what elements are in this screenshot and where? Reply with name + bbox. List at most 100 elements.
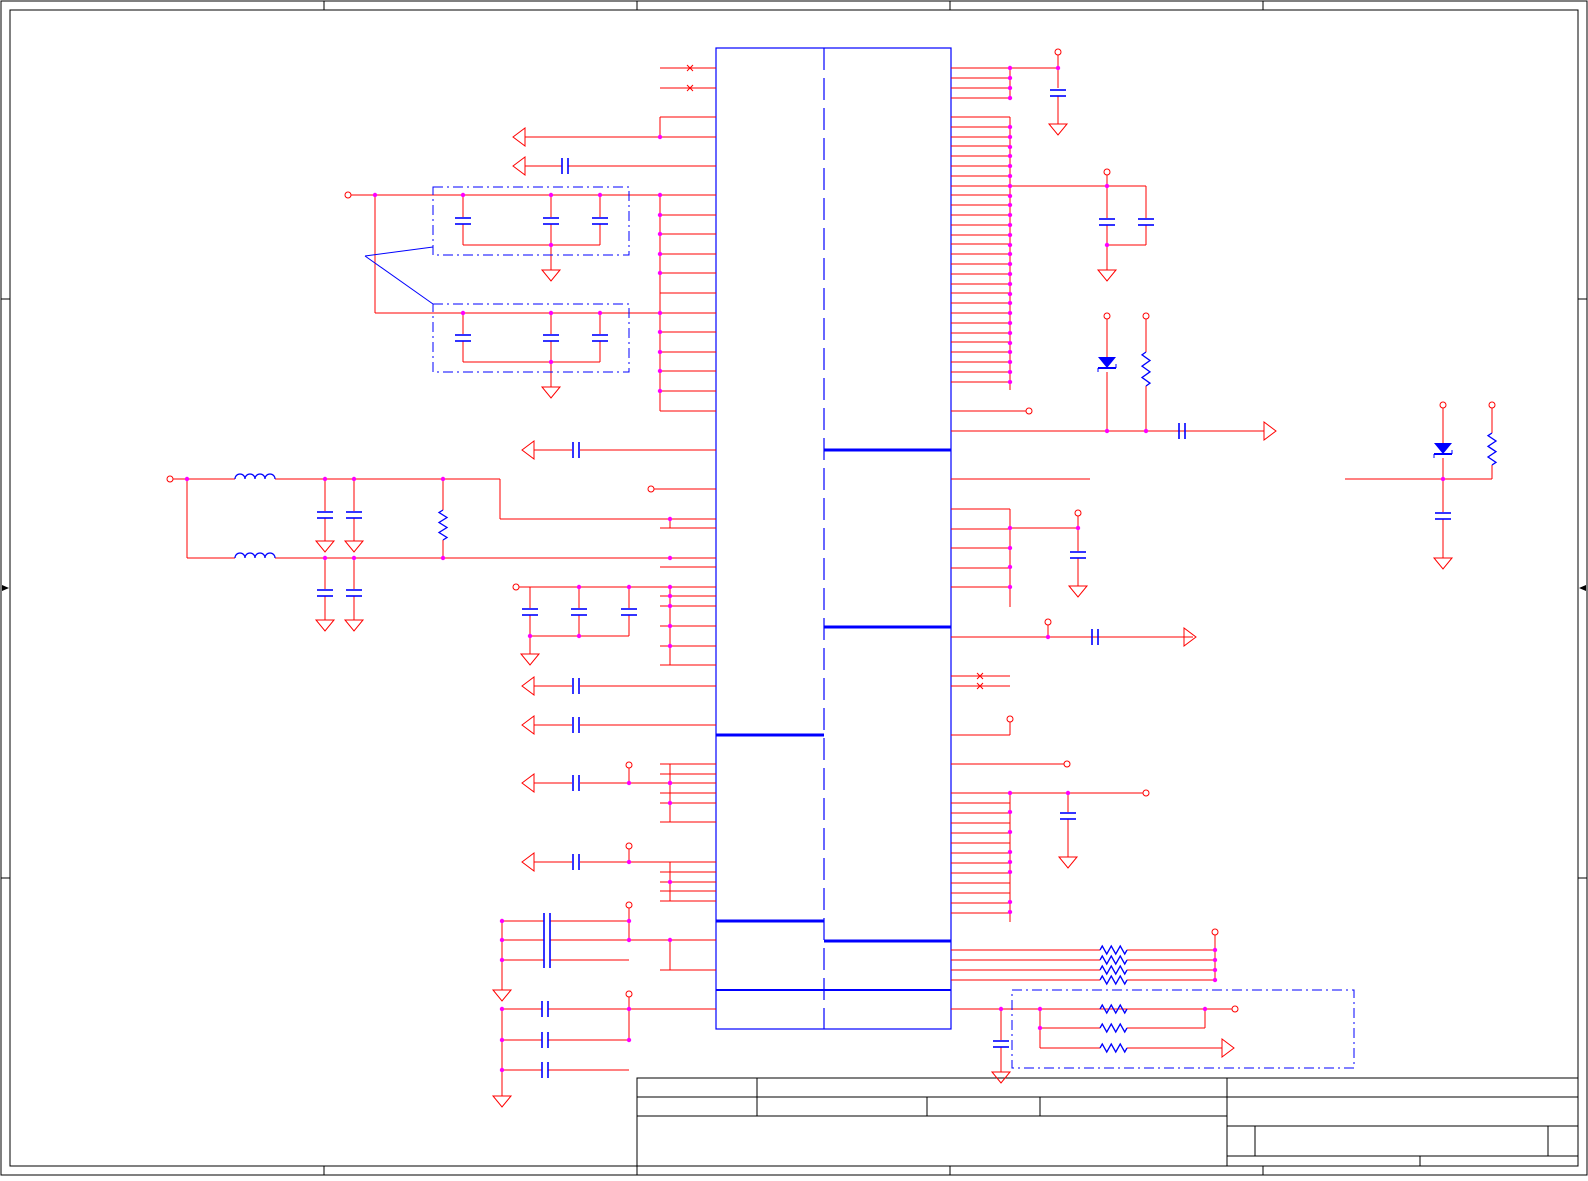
junction-dot [548,359,554,365]
junction-dot [1007,320,1013,326]
power-port [625,842,633,850]
power-port [1103,312,1111,320]
junction-dot [1007,859,1013,865]
junction-dot [626,937,632,943]
junction-dot [597,310,603,316]
power-port [1142,789,1150,797]
junction-dot [1007,242,1013,248]
resistor [1099,974,1128,986]
center-arrow-left-icon [2,585,9,591]
power-port [1054,48,1062,56]
power-port [625,990,633,998]
junction-dot [667,780,673,786]
junction-dot [499,1006,505,1012]
off-sheet-port-icon [512,156,526,176]
junction-dot [499,1067,505,1073]
resistor [1140,351,1152,387]
junction-dot [657,251,663,257]
junction-dot [1440,476,1446,482]
junction-dot [1007,790,1013,796]
off-sheet-port-icon [521,852,535,872]
junction-dot [1007,564,1013,570]
off-sheet-port-icon [521,715,535,735]
junction-dot [1007,909,1013,915]
junction-dot [1202,1006,1208,1012]
junction-dot [657,270,663,276]
power-port [1211,928,1219,936]
sheet-border [0,0,1588,1176]
junction-dot [1007,95,1013,101]
net-wires [173,52,1493,1090]
power-port [512,583,520,591]
power-port [1006,715,1014,723]
junction-dot [1007,379,1013,385]
power-port [344,191,352,199]
off-sheet-port-icon [521,676,535,696]
inductor [234,552,276,559]
junction-dot [1007,281,1013,287]
diode-icon [1098,357,1116,368]
junction-dot [657,231,663,237]
power-port [1025,407,1033,415]
off-sheet-port-icon [512,127,526,147]
junction-dot [440,476,446,482]
junction-dot [576,633,582,639]
junction-dot [1007,829,1013,835]
power-port [625,901,633,909]
junction-dot [1104,428,1110,434]
junction-dot [499,957,505,963]
resistor [1099,944,1128,956]
junction-dot [460,310,466,316]
junction-dot [351,476,357,482]
junction-dot [626,1037,632,1043]
ground-icon [1047,123,1069,136]
junction-dot [1007,75,1013,81]
ground-icon [1067,585,1089,598]
center-arrow-right-icon [1579,585,1586,591]
resistor [1099,954,1128,966]
resistor [1099,1042,1128,1054]
junction-dot [372,192,378,198]
ground-icon [491,1095,513,1108]
junction-dot [657,310,663,316]
junction-dot [657,192,663,198]
ground-icon [314,619,336,632]
power-port [625,761,633,769]
ground-icon [540,269,562,282]
off-sheet-port-icon [521,773,535,793]
components [166,48,1498,1108]
junction-dot [667,584,673,590]
title-block [636,1077,1579,1167]
junction-dot [1007,212,1013,218]
junction-dot [1007,65,1013,71]
junction-dot [657,329,663,335]
junction-dot [1007,163,1013,169]
junction-dot [1104,242,1110,248]
junction-dot [1045,634,1051,640]
junction-dot [1007,330,1013,336]
ground-icon [1057,856,1079,869]
ground-icon [1096,269,1118,282]
resistor [1486,432,1498,466]
power-port [647,485,655,493]
schematic-sheet [0,0,1588,1176]
power-port [1074,509,1082,517]
junction-dot [1007,251,1013,257]
junction-dot [626,1006,632,1012]
resistor [437,509,449,541]
junction-dot [440,555,446,561]
junction-dot [322,555,328,561]
ground-icon [491,989,513,1002]
power-port [1231,1005,1239,1013]
junction-dot [1007,124,1013,130]
power-port [1488,401,1496,409]
power-port [1439,401,1447,409]
junction-dot [499,937,505,943]
power-port [1044,618,1052,626]
junction-dot [667,643,673,649]
junction-dot [1007,193,1013,199]
junction-dot [184,476,190,482]
junction-dot [667,623,673,629]
junction-dot [657,212,663,218]
power-port [1063,760,1071,768]
